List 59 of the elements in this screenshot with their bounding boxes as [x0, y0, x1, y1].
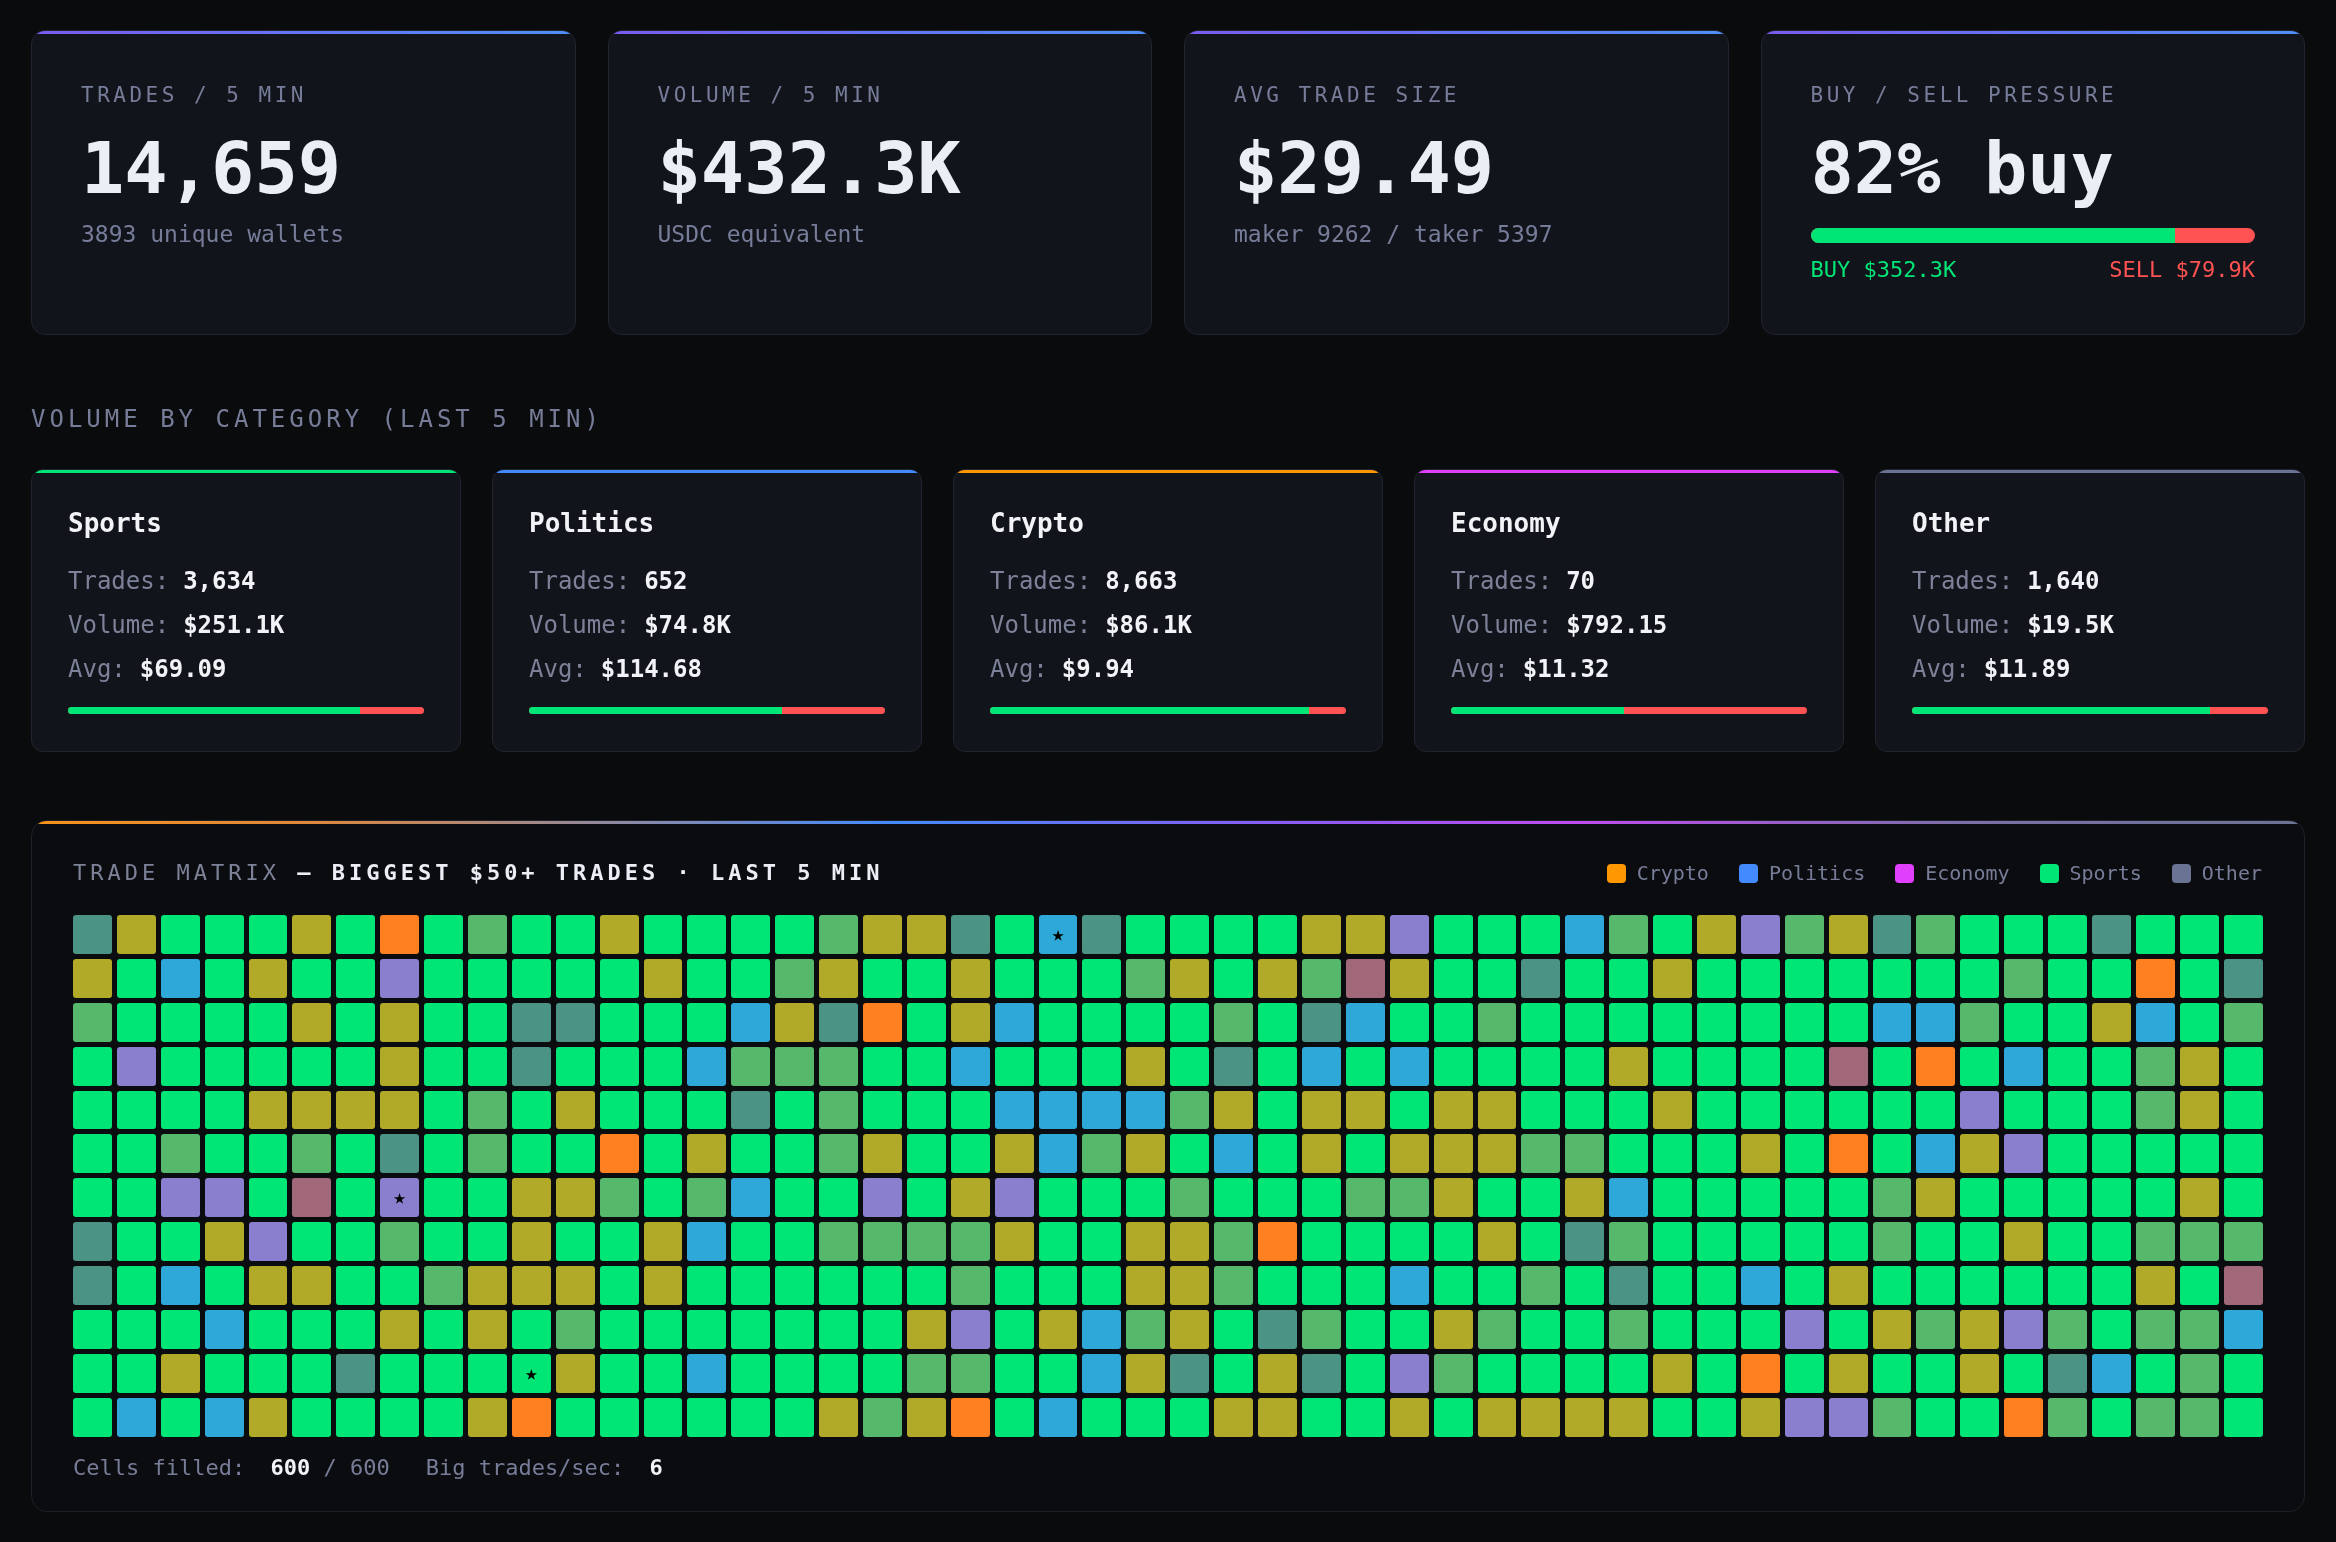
legend-label: Sports: [2069, 860, 2142, 886]
footer-stat: Cells filled: 600 / 600: [73, 1453, 390, 1482]
stat-label: Trades:: [68, 566, 170, 596]
section-heading: VOLUME BY CATEGORY (LAST 5 MIN): [31, 404, 603, 434]
stat-caption: 3893 unique wallets: [81, 220, 346, 248]
stat-caption: USDC equivalent: [657, 220, 867, 248]
stat-value: $792.15: [1566, 610, 1668, 640]
stat-value: $11.32: [1522, 654, 1610, 684]
legend-label: Economy: [1925, 860, 2010, 886]
stat-value: $74.8K: [644, 610, 731, 640]
stat-value: $9.94: [1061, 654, 1135, 684]
stat-value: 14,659: [81, 132, 343, 204]
stat-label: Trades:: [529, 566, 631, 596]
stat-label: Avg:: [1451, 654, 1509, 684]
stat-label: Volume:: [1912, 610, 2014, 640]
stat-caption: maker 9262 / taker 5397: [1234, 220, 1554, 248]
star-icon: ★: [1051, 923, 1065, 945]
stat-label: Avg:: [1912, 654, 1970, 684]
category-name: Other: [1912, 507, 1991, 539]
stat-value: $19.5K: [2027, 610, 2114, 640]
stat-value: 70: [1566, 566, 1596, 596]
stat-label: Trades:: [990, 566, 1092, 596]
sell-total: SELL $79.9K: [2109, 256, 2255, 284]
legend-label: Crypto: [1636, 860, 1709, 886]
matrix-title: TRADE MATRIX — BIGGEST $50+ TRADES · LAST 5 MIN: [73, 859, 884, 887]
stat-label: Trades:: [1451, 566, 1553, 596]
stat-value: $432.3K: [657, 132, 962, 204]
category-name: Politics: [529, 507, 655, 539]
stat-value: $114.68: [600, 654, 702, 684]
star-icon: ★: [393, 1187, 406, 1209]
stat-value: $69.09: [139, 654, 227, 684]
stat-value: $86.1K: [1105, 610, 1192, 640]
category-name: Crypto: [990, 507, 1084, 539]
stat-label: TRADES / 5 MIN: [81, 83, 308, 108]
stat-label: Avg:: [529, 654, 587, 684]
stat-value: $11.89: [1983, 654, 2071, 684]
stat-value: $251.1K: [183, 610, 285, 640]
stat-label: VOLUME / 5 MIN: [657, 83, 885, 108]
category-name: Economy: [1451, 507, 1561, 539]
stat-value: 652: [644, 566, 688, 596]
stat-value: 8,663: [1105, 566, 1178, 596]
footer-stat: Big trades/sec: 6: [425, 1453, 663, 1482]
stat-label: BUY / SELL PRESSURE: [1810, 83, 2119, 108]
category-name: Sports: [68, 507, 162, 539]
stat-label: Volume:: [990, 610, 1092, 640]
legend-label: Politics: [1768, 860, 1866, 886]
buy-total: BUY $352.3K: [1810, 256, 1957, 284]
stat-label: AVG TRADE SIZE: [1234, 83, 1461, 108]
stat-label: Volume:: [68, 610, 170, 640]
stat-label: Volume:: [1451, 610, 1553, 640]
legend-label: Other: [2201, 860, 2262, 886]
stat-label: Trades:: [1912, 566, 2014, 596]
stat-value: $29.49: [1234, 132, 1496, 204]
star-icon: ★: [525, 1362, 538, 1384]
stat-label: Volume:: [529, 610, 631, 640]
stat-value: 3,634: [183, 566, 256, 596]
stat-value: 1,640: [2027, 566, 2100, 596]
stat-label: Avg:: [990, 654, 1048, 684]
stat-label: Avg:: [68, 654, 126, 684]
